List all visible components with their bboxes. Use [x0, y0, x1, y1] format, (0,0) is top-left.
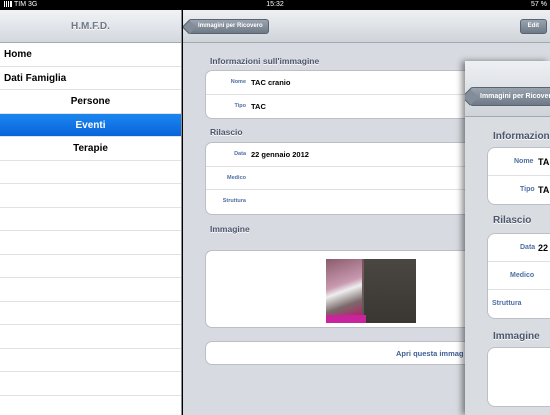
empty-row: [0, 302, 181, 325]
card-image-box: [487, 347, 550, 407]
field-value: 22: [538, 243, 549, 253]
thumbnail-strip: [326, 259, 362, 323]
menu-item-terapie[interactable]: Terapie: [0, 137, 181, 161]
field-label: Tipo: [520, 186, 535, 193]
sliding-detail-card: Immagini per Ricovero Informazion Nome T…: [465, 61, 550, 415]
field-label: Struttura: [492, 300, 522, 307]
menu-item-label: Dati Famiglia: [4, 72, 67, 84]
menu-item-home[interactable]: Home: [0, 43, 181, 67]
field-label: Data: [234, 151, 246, 157]
battery-indicator: 57 %: [531, 1, 547, 8]
field-label: Medico: [510, 272, 535, 279]
card-back-button[interactable]: Immagini per Ricovero: [469, 87, 550, 106]
field-label: Medico: [227, 174, 246, 181]
card-release-row-medico[interactable]: Medico: [488, 262, 550, 290]
empty-row: [0, 349, 181, 372]
edit-button[interactable]: Edit: [519, 19, 547, 34]
card-nav-bar: Immagini per Ricovero: [465, 61, 550, 117]
empty-row: [0, 208, 181, 231]
card-info-row-nome[interactable]: Nome TA: [488, 148, 550, 176]
menu-item-label: Home: [4, 49, 32, 60]
field-label: Nome: [230, 79, 246, 85]
menu-item-eventi[interactable]: Eventi: [0, 113, 181, 137]
empty-row: [0, 184, 181, 208]
field-value: 22 gennaio 2012: [251, 150, 309, 159]
empty-row: [0, 396, 181, 415]
empty-row: [0, 278, 181, 302]
field-label: Data: [520, 244, 536, 251]
card-info-group: Nome TA Tipo TA: [487, 147, 550, 205]
empty-row: [0, 231, 181, 255]
field-label: Tipo: [234, 102, 246, 109]
field-value: TA: [538, 157, 550, 167]
menu-item-label: Persone: [70, 96, 111, 107]
field-value: TAC: [251, 101, 266, 111]
field-label: Struttura: [222, 198, 246, 204]
master-pane: H.M.F.D. Home Dati Famiglia Persone Even…: [0, 10, 182, 415]
clock: 15:32: [266, 1, 284, 8]
master-nav-bar: H.M.F.D.: [0, 10, 181, 43]
thumbnail-cover: [364, 259, 416, 323]
card-section-title-info: Informazion: [493, 131, 550, 142]
app-title: H.M.F.D.: [71, 21, 110, 32]
menu-item-dati-famiglia[interactable]: Dati Famiglia: [0, 67, 181, 90]
field-label: Nome: [514, 158, 534, 165]
detail-nav-bar: Immagini per Ricovero Edit: [183, 10, 550, 43]
field-value: TA: [538, 185, 550, 195]
status-bar: TIM 3G 15:32 57 %: [0, 0, 550, 10]
section-title-info: Informazioni sull'immagine: [210, 56, 320, 66]
empty-row: [0, 325, 181, 349]
card-release-row-data[interactable]: Data 22: [488, 234, 550, 262]
card-section-title-release: Rilascio: [493, 215, 532, 226]
card-info-row-tipo[interactable]: Tipo TA: [488, 176, 550, 204]
thumbnail-band: [326, 315, 366, 323]
card-section-title-image: Immagine: [493, 331, 540, 342]
card-release-group: Data 22 Medico Struttura: [487, 233, 550, 319]
back-button[interactable]: Immagini per Ricovero: [188, 19, 269, 34]
menu-item-persone[interactable]: Persone: [0, 90, 181, 114]
section-title-image: Immagine: [210, 224, 250, 234]
card-release-row-struttura[interactable]: Struttura: [488, 290, 550, 318]
empty-row: [0, 161, 181, 184]
open-image-label: Apri questa immag: [396, 349, 464, 358]
menu-item-label: Terapie: [73, 143, 108, 154]
empty-row: [0, 372, 181, 396]
empty-row: [0, 255, 181, 278]
section-title-release: Rilascio: [210, 127, 243, 137]
scan-thumbnail[interactable]: [326, 259, 416, 323]
field-value: TAC cranio: [251, 78, 291, 87]
menu-item-label: Eventi: [75, 119, 106, 131]
